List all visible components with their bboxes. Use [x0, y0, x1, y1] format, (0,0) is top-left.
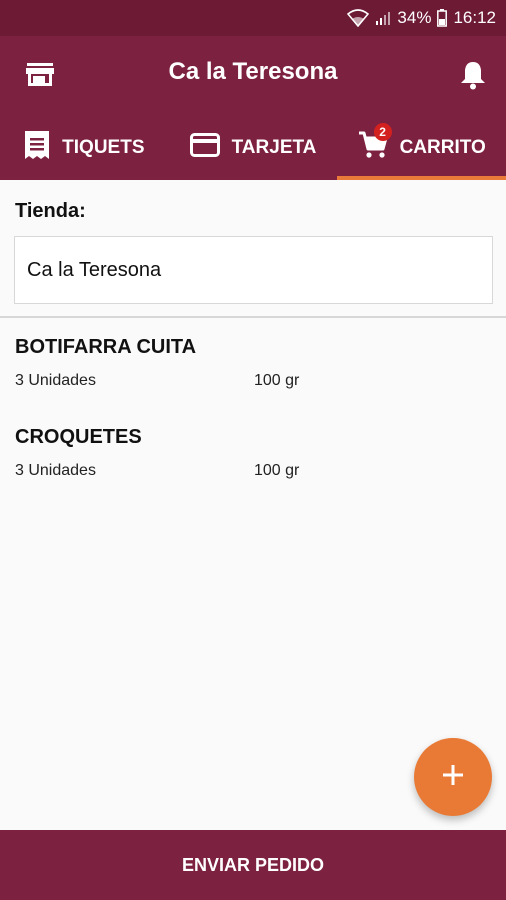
send-order-button[interactable]: ENVIAR PEDIDO: [0, 830, 506, 900]
item-weight: 100 gr: [254, 462, 300, 479]
bell-icon[interactable]: [460, 60, 486, 95]
tab-bar: TIQUETS TARJETA 2 CARRITO: [0, 116, 506, 180]
cart-count-badge: 2: [373, 123, 392, 141]
add-item-button[interactable]: [414, 738, 492, 816]
page-title: Ca la Teresona: [168, 58, 338, 85]
store-label: Tienda:: [15, 200, 86, 222]
battery-icon: [437, 9, 448, 27]
app-bar: Ca la Teresona: [0, 36, 506, 116]
tab-label: TARJETA: [231, 137, 317, 158]
receipt-icon: [24, 130, 50, 166]
tab-tiquets[interactable]: TIQUETS: [0, 116, 169, 180]
signal-icon: [375, 10, 391, 26]
item-weight: 100 gr: [254, 372, 300, 389]
tab-tarjeta[interactable]: TARJETA: [169, 116, 338, 180]
tab-label: CARRITO: [399, 137, 486, 158]
store-field[interactable]: Ca la Teresona: [14, 236, 493, 304]
list-item[interactable]: BOTIFARRA CUITA 3 Unidades 100 gr: [0, 330, 506, 420]
clock: 16:12: [453, 8, 496, 27]
item-quantity: 3 Unidades: [15, 462, 96, 479]
tab-carrito[interactable]: 2 CARRITO: [337, 116, 506, 180]
card-icon: [189, 133, 220, 163]
battery-percent: 34%: [397, 8, 432, 27]
item-name: BOTIFARRA CUITA: [15, 336, 197, 358]
status-bar: 34% 16:12: [0, 0, 506, 36]
cart-list: BOTIFARRA CUITA 3 Unidades 100 gr CROQUE…: [0, 330, 506, 510]
item-name: CROQUETES: [15, 426, 142, 448]
status-indicators: 34% 16:12: [347, 8, 496, 28]
plus-icon: [441, 763, 465, 792]
cart-icon: 2: [358, 123, 392, 165]
item-quantity: 3 Unidades: [15, 372, 96, 389]
wifi-icon: [347, 9, 370, 27]
tab-label: TIQUETS: [62, 137, 145, 158]
divider: [0, 316, 506, 318]
list-item[interactable]: CROQUETES 3 Unidades 100 gr: [0, 420, 506, 510]
